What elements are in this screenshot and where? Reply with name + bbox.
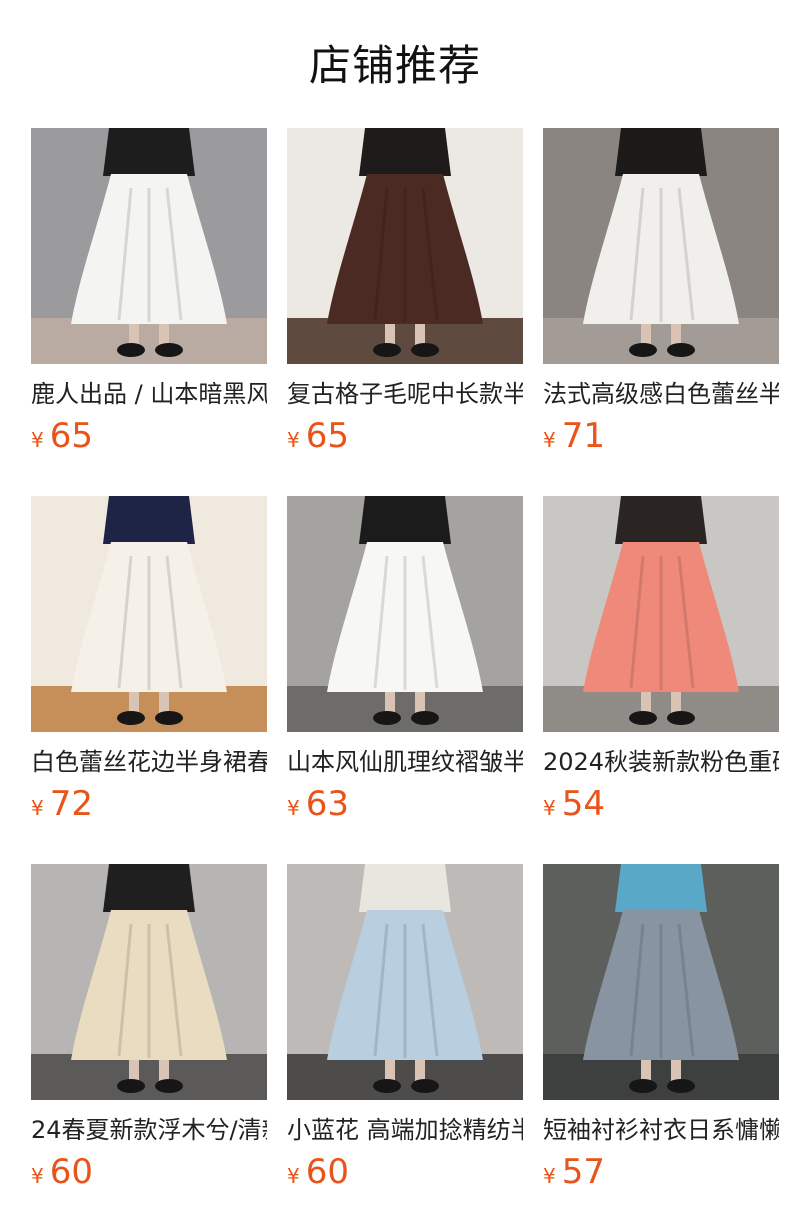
price-row: ¥65 <box>287 416 523 456</box>
section-title: 店铺推荐 <box>308 41 481 90</box>
product-image[interactable] <box>31 128 267 364</box>
price-row: ¥54 <box>543 784 779 824</box>
product-card[interactable]: 山本风仙肌理纹褶皱半身裙 ¥63 <box>287 496 523 824</box>
currency-symbol: ¥ <box>543 1164 556 1188</box>
product-photo <box>543 128 779 364</box>
product-name[interactable]: 24春夏新款浮木兮/清新半身裙 <box>31 1114 267 1146</box>
product-price: 72 <box>49 784 93 824</box>
product-card[interactable]: 白色蕾丝花边半身裙春夏 ¥72 <box>31 496 267 824</box>
product-name[interactable]: 短袖衬衫衬衣日系慵懒半身裙 <box>543 1114 779 1146</box>
product-card[interactable]: 小蓝花 高端加捻精纺半身裙 ¥60 <box>287 864 523 1192</box>
product-card[interactable]: 鹿人出品 / 山本暗黑风白色半身裙 ¥65 <box>31 128 267 456</box>
currency-symbol: ¥ <box>543 796 556 820</box>
product-image[interactable] <box>31 864 267 1100</box>
product-photo <box>287 864 523 1100</box>
product-photo <box>287 128 523 364</box>
product-card[interactable]: 2024秋装新款粉色重磅半身裙 ¥54 <box>543 496 779 824</box>
product-price: 65 <box>305 416 349 456</box>
product-photo <box>287 496 523 732</box>
currency-symbol: ¥ <box>287 796 300 820</box>
product-photo <box>543 864 779 1100</box>
product-image[interactable] <box>287 496 523 732</box>
product-card[interactable]: 复古格子毛呢中长款半身裙 ¥65 <box>287 128 523 456</box>
product-grid: 鹿人出品 / 山本暗黑风白色半身裙 ¥65 复古格子毛呢中长款半身裙 ¥65 法… <box>31 128 790 1232</box>
product-name[interactable]: 鹿人出品 / 山本暗黑风白色半身裙 <box>31 378 267 410</box>
price-row: ¥65 <box>31 416 267 456</box>
product-name[interactable]: 小蓝花 高端加捻精纺半身裙 <box>287 1114 523 1146</box>
currency-symbol: ¥ <box>31 428 44 452</box>
product-price: 60 <box>305 1152 349 1192</box>
currency-symbol: ¥ <box>31 1164 44 1188</box>
product-price: 57 <box>561 1152 605 1192</box>
product-photo <box>31 128 267 364</box>
product-card[interactable]: 法式高级感白色蕾丝半身裙 ¥71 <box>543 128 779 456</box>
product-name[interactable]: 白色蕾丝花边半身裙春夏 <box>31 746 267 778</box>
product-name[interactable]: 山本风仙肌理纹褶皱半身裙 <box>287 746 523 778</box>
product-image[interactable] <box>287 864 523 1100</box>
product-price: 54 <box>561 784 605 824</box>
currency-symbol: ¥ <box>287 428 300 452</box>
product-name[interactable]: 复古格子毛呢中长款半身裙 <box>287 378 523 410</box>
product-price: 71 <box>561 416 605 456</box>
price-row: ¥60 <box>287 1152 523 1192</box>
product-card[interactable]: 24春夏新款浮木兮/清新半身裙 ¥60 <box>31 864 267 1192</box>
currency-symbol: ¥ <box>287 1164 300 1188</box>
price-row: ¥60 <box>31 1152 267 1192</box>
product-photo <box>31 496 267 732</box>
currency-symbol: ¥ <box>31 796 44 820</box>
product-photo <box>31 864 267 1100</box>
product-image[interactable] <box>31 496 267 732</box>
product-price: 65 <box>49 416 93 456</box>
product-card[interactable]: 短袖衬衫衬衣日系慵懒半身裙 ¥57 <box>543 864 779 1192</box>
product-name[interactable]: 2024秋装新款粉色重磅半身裙 <box>543 746 779 778</box>
currency-symbol: ¥ <box>543 428 556 452</box>
product-photo <box>543 496 779 732</box>
product-price: 60 <box>49 1152 93 1192</box>
product-image[interactable] <box>543 128 779 364</box>
product-image[interactable] <box>543 496 779 732</box>
price-row: ¥63 <box>287 784 523 824</box>
product-name[interactable]: 法式高级感白色蕾丝半身裙 <box>543 378 779 410</box>
price-row: ¥71 <box>543 416 779 456</box>
product-image[interactable] <box>287 128 523 364</box>
price-row: ¥72 <box>31 784 267 824</box>
product-image[interactable] <box>543 864 779 1100</box>
price-row: ¥57 <box>543 1152 779 1192</box>
product-price: 63 <box>305 784 349 824</box>
